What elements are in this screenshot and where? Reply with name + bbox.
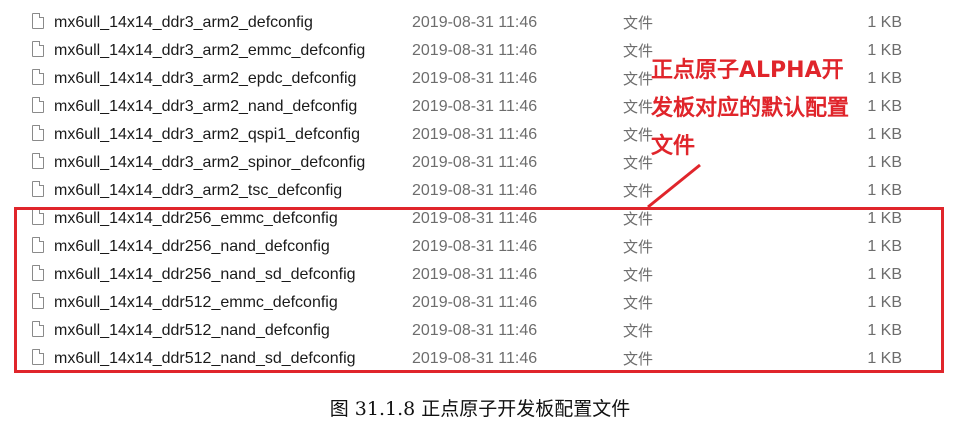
pointer-line <box>647 163 701 209</box>
figure-caption: 图 31.1.8 正点原子开发板配置文件 <box>329 398 631 420</box>
annotation-line-1: 正点原子ALPHA开 <box>651 58 844 83</box>
annotation-line-3: 文件 <box>651 134 696 159</box>
annotation-callout: 正点原子ALPHA开 发板对应的默认配置 文件 <box>651 52 883 166</box>
annotation-line-2: 发板对应的默认配置 <box>651 96 850 121</box>
